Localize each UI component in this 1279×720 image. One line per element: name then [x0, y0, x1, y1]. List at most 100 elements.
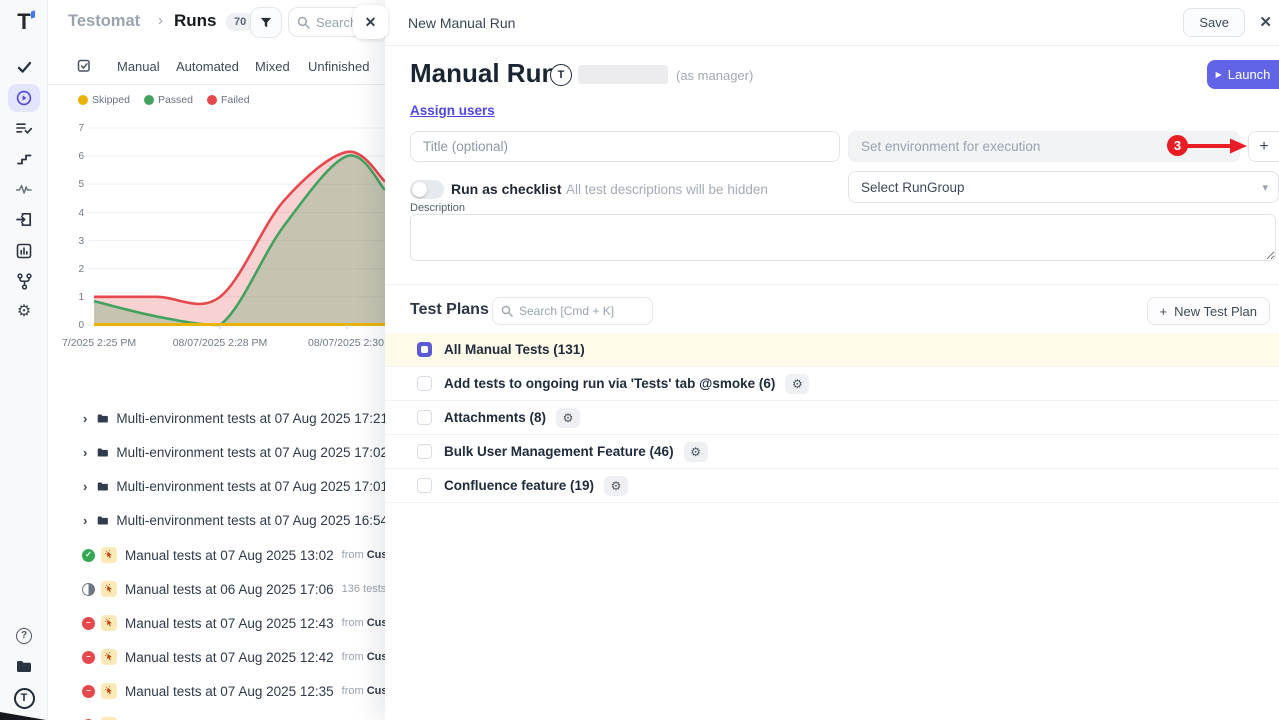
folder-row[interactable]: › Multi-environment tests at 07 Aug 2025… — [48, 503, 388, 537]
docs-folder-icon[interactable] — [0, 658, 48, 674]
breadcrumb-separator: › — [158, 12, 163, 29]
checkbox-unchecked[interactable] — [417, 478, 432, 493]
search-icon — [501, 305, 513, 317]
skipped-dot — [78, 95, 88, 105]
close-icon: ✕ — [365, 14, 377, 31]
description-label: Description — [410, 202, 465, 214]
testomat-bottom-logo-icon[interactable]: T — [0, 687, 48, 709]
save-button[interactable]: Save — [1183, 8, 1245, 37]
plan-settings-gear-icon[interactable]: ⚙ — [556, 408, 580, 428]
passed-dot — [144, 95, 154, 105]
manual-run-icon — [101, 581, 117, 597]
test-plan-row[interactable]: Add tests to ongoing run via 'Tests' tab… — [385, 367, 1279, 401]
tests-check-icon[interactable] — [0, 58, 48, 76]
folder-icon — [97, 412, 109, 425]
checklist-label: Run as checklist — [451, 181, 562, 197]
svg-text:08/07/2025 2:30 PI: 08/07/2025 2:30 PI — [308, 337, 385, 349]
test-plan-row[interactable]: All Manual Tests (131) — [385, 333, 1279, 367]
breadcrumb-page[interactable]: Runs — [174, 11, 217, 31]
app-window: T ⚙ ? T — [0, 0, 1279, 720]
failed-dot — [207, 95, 217, 105]
launch-button[interactable]: ▶Launch — [1207, 60, 1279, 89]
run-row[interactable]: – Manual tests at 07 Aug 2025 12:43 from… — [48, 606, 388, 640]
checkbox-unchecked[interactable] — [417, 376, 432, 391]
icon-rail: T ⚙ ? T — [0, 0, 48, 720]
svg-text:5: 5 — [78, 179, 84, 190]
svg-text:7: 7 — [78, 123, 84, 134]
folder-row[interactable]: › Multi-environment tests at 07 Aug 2025… — [48, 435, 388, 469]
manual-run-icon — [101, 649, 117, 665]
assign-users-link[interactable]: Assign users — [410, 103, 495, 118]
runs-area-chart: 7 6 5 4 3 2 1 0 7/2025 2:25 PM 08/07/202… — [60, 110, 385, 355]
manager-name-redacted — [578, 65, 668, 84]
folder-row[interactable]: › Multi-environment tests at 07 Aug 2025… — [48, 401, 388, 435]
pulse-icon[interactable] — [0, 181, 48, 197]
help-icon[interactable]: ? — [0, 627, 48, 644]
svg-text:3: 3 — [78, 236, 84, 247]
run-row[interactable]: – Manual tests at 07 Aug 2025 12:35 from… — [48, 674, 388, 708]
run-as-checklist-toggle[interactable] — [410, 180, 444, 199]
filter-button[interactable] — [250, 7, 282, 38]
tab-unfinished[interactable]: Unfinished — [308, 59, 369, 74]
chevron-right-icon[interactable]: › — [83, 513, 92, 528]
batch-select-icon[interactable] — [77, 58, 92, 78]
testomat-logo-icon[interactable]: T — [0, 8, 48, 36]
run-row-partial[interactable]: – — [48, 708, 388, 720]
chevron-right-icon[interactable]: › — [83, 445, 92, 460]
close-panel-icon[interactable]: ✕ — [1259, 13, 1272, 31]
chevron-down-icon: ▾ — [1262, 181, 1268, 194]
branch-icon[interactable] — [0, 272, 48, 290]
test-plan-row[interactable]: Attachments (8) ⚙ — [385, 401, 1279, 435]
folder-icon — [97, 480, 109, 493]
tab-mixed[interactable]: Mixed — [255, 59, 290, 74]
test-plans-checklist-icon[interactable] — [0, 120, 48, 136]
chevron-right-icon[interactable]: › — [83, 411, 92, 426]
new-test-plan-button[interactable]: +New Test Plan — [1147, 297, 1270, 325]
breadcrumb-app[interactable]: Testomat — [68, 12, 140, 31]
manual-run-icon — [101, 683, 117, 699]
checkbox-checked[interactable] — [417, 342, 432, 357]
tab-automated[interactable]: Automated — [176, 59, 239, 74]
search-icon — [297, 16, 310, 29]
plan-settings-gear-icon[interactable]: ⚙ — [604, 476, 628, 496]
in-progress-status-icon — [82, 583, 95, 596]
add-environment-button[interactable]: + — [1248, 131, 1279, 162]
left-header: Testomat › Runs 70 — [48, 0, 385, 46]
panel-title: New Manual Run — [408, 15, 515, 31]
run-row[interactable]: Manual tests at 06 Aug 2025 17:06 136 te… — [48, 572, 388, 606]
run-title-input[interactable] — [410, 131, 840, 162]
test-plan-row[interactable]: Confluence feature (19) ⚙ — [385, 469, 1279, 503]
checkbox-unchecked[interactable] — [417, 444, 432, 459]
rungroup-select[interactable]: Select RunGroup▾ — [848, 171, 1279, 203]
funnel-icon — [259, 16, 273, 30]
folder-icon — [97, 514, 109, 527]
import-icon[interactable] — [0, 211, 48, 228]
panel-edge-close-button[interactable]: ✕ — [353, 5, 388, 39]
test-plan-row[interactable]: Bulk User Management Feature (46) ⚙ — [385, 435, 1279, 469]
runs-play-icon-active[interactable] — [0, 83, 48, 113]
legend-passed: Passed — [144, 94, 193, 106]
steps-icon[interactable] — [0, 150, 48, 166]
failed-status-icon: – — [82, 617, 95, 630]
svg-text:6: 6 — [78, 151, 84, 162]
chevron-right-icon[interactable]: › — [83, 479, 92, 494]
test-plans-search-input[interactable] — [519, 304, 634, 318]
test-plans-heading: Test Plans — [410, 301, 489, 319]
checkbox-unchecked[interactable] — [417, 410, 432, 425]
tab-manual[interactable]: Manual — [117, 59, 160, 74]
plan-settings-gear-icon[interactable]: ⚙ — [785, 374, 809, 394]
folder-row[interactable]: › Multi-environment tests at 07 Aug 2025… — [48, 469, 388, 503]
manual-run-icon — [101, 547, 117, 563]
play-icon: ▶ — [1216, 70, 1222, 79]
plan-settings-gear-icon[interactable]: ⚙ — [684, 442, 708, 462]
new-manual-run-panel: ✕ New Manual Run Save ✕ Manual Run T (as… — [385, 0, 1279, 720]
run-row[interactable]: – Manual tests at 07 Aug 2025 12:42 from… — [48, 640, 388, 674]
description-textarea[interactable] — [410, 214, 1276, 261]
test-plans-search-box[interactable] — [492, 297, 653, 325]
run-row[interactable]: ✓ Manual tests at 07 Aug 2025 13:02 from… — [48, 538, 388, 572]
analytics-bar-chart-icon[interactable] — [0, 242, 48, 259]
folder-icon — [97, 446, 109, 459]
settings-gear-icon[interactable]: ⚙ — [0, 303, 48, 321]
panel-header: New Manual Run Save ✕ — [385, 0, 1279, 46]
passed-status-icon: ✓ — [82, 549, 95, 562]
